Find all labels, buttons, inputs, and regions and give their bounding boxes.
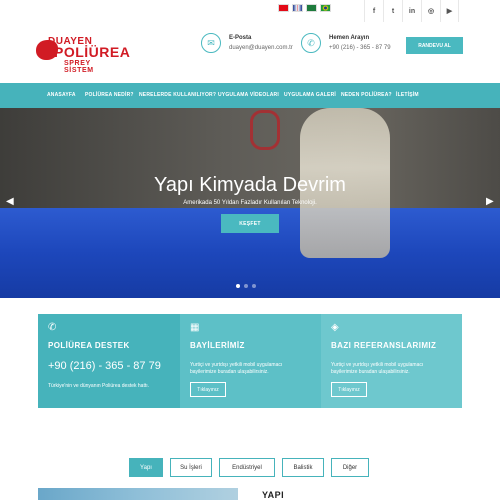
hero-discover-button[interactable]: KEŞFET xyxy=(221,214,279,233)
section-heading: YAPI xyxy=(262,490,285,500)
slider-dots xyxy=(236,284,256,288)
tags-icon: ◈ xyxy=(331,322,339,333)
email-title: E-Posta xyxy=(229,35,252,41)
feature-title: BAYİLERİMİZ xyxy=(190,341,245,350)
slider-dot[interactable] xyxy=(252,284,256,288)
hero-slider: Yapı Kimyada Devrim Amerikada 50 Yıldan … xyxy=(0,108,500,298)
email-contact: ✉ E-Posta duayen@duayen.com.tr xyxy=(201,33,293,53)
tab-diger[interactable]: Diğer xyxy=(331,458,369,477)
nav-item-where-used[interactable]: NERELERDE KULLANILIYOR? xyxy=(139,92,216,98)
feature-dealers: ▦ BAYİLERİMİZ Yurtiçi ve yurtdışı yetkil… xyxy=(180,314,321,408)
logo[interactable]: DUAYEN POLİÜREA SPREY SİSTEM xyxy=(34,36,130,74)
phone-icon: ✆ xyxy=(301,33,321,53)
support-phone[interactable]: +90 (216) - 365 - 87 79 xyxy=(48,360,161,372)
slider-next-arrow-icon[interactable]: ▶ xyxy=(486,196,494,207)
phone-contact: ✆ Hemen Arayın +90 (216) - 365 - 87 79 xyxy=(301,33,391,53)
instagram-icon[interactable]: ◎ xyxy=(421,0,440,22)
slider-dot[interactable] xyxy=(236,284,240,288)
tab-yapi[interactable]: Yapı xyxy=(129,458,163,477)
arabic-flag-icon[interactable] xyxy=(306,4,317,12)
nav-item-home[interactable]: ANASAYFA xyxy=(47,92,76,98)
references-click-button[interactable]: Tıklayınız xyxy=(331,382,367,397)
logo-text-line3: SPREY SİSTEM xyxy=(64,60,94,74)
nav-item-why-polyurea[interactable]: NEDEN POLİÜREA? xyxy=(341,92,392,98)
main-nav: ANASAYFA POLİÜREA NEDİR? NERELERDE KULLA… xyxy=(0,83,500,108)
social-links: f t in ◎ ▶ xyxy=(364,0,459,22)
page: f t in ◎ ▶ DUAYEN POLİÜREA SPREY SİSTEM … xyxy=(0,0,500,500)
nav-item-videos[interactable]: UYGULAMA VİDEOLARI xyxy=(218,92,279,98)
nav-item-gallery[interactable]: UYGULAMA GALERİ xyxy=(284,92,336,98)
slider-prev-arrow-icon[interactable]: ◀ xyxy=(6,196,14,207)
hero-title: Yapı Kimyada Devrim xyxy=(154,174,346,196)
language-switcher xyxy=(278,4,331,12)
turkish-flag-icon[interactable] xyxy=(278,4,289,12)
nav-item-what-is-polyurea[interactable]: POLİÜREA NEDİR? xyxy=(85,92,134,98)
phone-icon: ✆ xyxy=(48,322,57,333)
english-flag-icon[interactable] xyxy=(292,4,303,12)
hero-spray-hose xyxy=(250,110,280,150)
map-icon: ▦ xyxy=(190,322,200,333)
email-value[interactable]: duayen@duayen.com.tr xyxy=(229,45,293,51)
nav-item-contact[interactable]: İLETİŞİM xyxy=(396,92,419,98)
tab-balistik[interactable]: Balistik xyxy=(282,458,324,477)
feature-description: Türkiye'nin ve dünyanın Poliürea destek … xyxy=(48,383,150,389)
twitter-icon[interactable]: t xyxy=(383,0,402,22)
phone-value[interactable]: +90 (216) - 365 - 87 79 xyxy=(329,45,391,51)
youtube-icon[interactable]: ▶ xyxy=(440,0,459,22)
feature-title: POLİÜREA DESTEK xyxy=(48,341,130,350)
slider-dot[interactable] xyxy=(244,284,248,288)
appointment-button[interactable]: RANDEVU AL xyxy=(406,37,463,54)
top-bar: f t in ◎ ▶ xyxy=(0,0,500,22)
phone-title: Hemen Arayın xyxy=(329,35,370,41)
section-image xyxy=(38,488,238,500)
feature-description: Yurtiçi ve yurtdışı yetkili mobil uygula… xyxy=(190,362,283,375)
feature-description: Yurtiçi ve yurtdışı yetkili mobil uygula… xyxy=(331,362,424,375)
facebook-icon[interactable]: f xyxy=(364,0,383,22)
hero-subtitle: Amerikada 50 Yıldan Fazladır Kullanılan … xyxy=(183,200,317,206)
feature-title: BAZI REFERANSLARIMIZ xyxy=(331,341,437,350)
tab-endustriyel[interactable]: Endüstriyel xyxy=(219,458,275,477)
tab-su-isleri[interactable]: Su İşleri xyxy=(170,458,212,477)
feature-support: ✆ POLİÜREA DESTEK +90 (216) - 365 - 87 7… xyxy=(38,314,180,408)
feature-references: ◈ BAZI REFERANSLARIMIZ Yurtiçi ve yurtdı… xyxy=(321,314,462,408)
portuguese-flag-icon[interactable] xyxy=(320,4,331,12)
logo-text-line2: POLİÜREA xyxy=(54,44,131,60)
dealers-click-button[interactable]: Tıklayınız xyxy=(190,382,226,397)
category-tabs: Yapı Su İşleri Endüstriyel Balistik Diğe… xyxy=(129,458,369,477)
feature-boxes: ✆ POLİÜREA DESTEK +90 (216) - 365 - 87 7… xyxy=(38,314,462,408)
envelope-icon: ✉ xyxy=(201,33,221,53)
linkedin-icon[interactable]: in xyxy=(402,0,421,22)
